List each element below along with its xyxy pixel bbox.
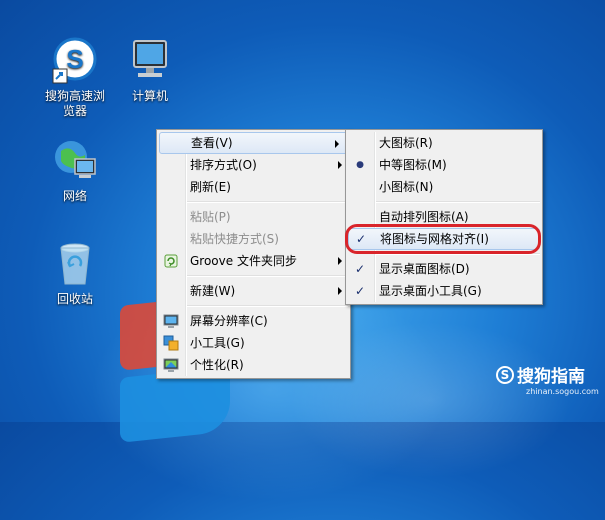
menu-item-show-gadgets[interactable]: ✓ 显示桌面小工具(G) [346,280,542,302]
menu-item-new[interactable]: 新建(W) [157,280,350,302]
desktop-icon-computer[interactable]: 计算机 [115,37,185,104]
menu-item-small-icons[interactable]: 小图标(N) [346,176,542,198]
sogou-guide-watermark: S 搜狗指南 zhinan.sogou.com [496,362,599,396]
menu-separator [187,305,348,307]
menu-item-personalize[interactable]: 个性化(R) [157,354,350,376]
desktop-icon-label: 回收站 [56,292,93,306]
menu-item-paste[interactable]: 粘贴(P) [157,206,350,228]
menu-item-large-icons[interactable]: 大图标(R) [346,132,542,154]
sogou-logo-icon: S [496,365,514,384]
desktop-icon-sogou-browser[interactable]: S 搜狗高速浏 览器 [40,37,110,119]
watermark-site: zhinan.sogou.com [526,387,599,396]
personalize-icon [163,357,179,373]
menu-item-label: 排序方式(O) [190,158,257,172]
menu-separator [187,201,348,203]
menu-separator [376,201,540,203]
desktop-icon-label: 览器 [62,104,87,118]
submenu-arrow-icon [335,140,339,148]
menu-item-label: 个性化(R) [190,358,244,372]
menu-item-label: 大图标(R) [379,136,433,150]
desktop-icon-label: 搜狗高速浏 [44,89,105,103]
sogou-browser-icon: S [51,37,99,85]
desktop-context-menu: 查看(V) 排序方式(O) 刷新(E) 粘贴(P) 粘贴快捷方式(S) Groo… [156,129,351,379]
menu-item-label: 小工具(G) [190,336,245,350]
view-submenu: 大图标(R) ● 中等图标(M) 小图标(N) 自动排列图标(A) ✓ 将图标与… [345,129,543,305]
menu-item-label: 小图标(N) [379,180,434,194]
menu-item-label: Groove 文件夹同步 [190,254,297,268]
menu-item-groove-sync[interactable]: Groove 文件夹同步 [157,250,350,272]
menu-item-medium-icons[interactable]: ● 中等图标(M) [346,154,542,176]
checkmark-icon: ✓ [354,262,366,276]
gadgets-icon [163,335,179,351]
menu-item-label: 刷新(E) [190,180,231,194]
menu-item-label: 新建(W) [190,284,236,298]
menu-separator [187,275,348,277]
menu-item-label: 查看(V) [191,136,233,150]
menu-item-sort[interactable]: 排序方式(O) [157,154,350,176]
menu-item-label: 屏幕分辨率(C) [190,314,268,328]
groove-sync-icon [163,253,179,269]
watermark-brand: 搜狗指南 [517,367,585,387]
highlight-annotation [345,224,541,254]
menu-item-label: 粘贴快捷方式(S) [190,232,279,246]
submenu-arrow-icon [338,257,342,265]
menu-item-paste-shortcut[interactable]: 粘贴快捷方式(S) [157,228,350,250]
menu-item-label: 中等图标(M) [379,158,447,172]
menu-item-label: 粘贴(P) [190,210,231,224]
menu-item-label: 显示桌面图标(D) [379,262,470,276]
menu-item-refresh[interactable]: 刷新(E) [157,176,350,198]
submenu-arrow-icon [338,161,342,169]
desktop-icon-label: 网络 [62,189,87,203]
recycle-bin-icon [51,240,99,288]
checkmark-icon: ✓ [354,284,366,298]
computer-icon [126,37,174,85]
menu-item-gadgets[interactable]: 小工具(G) [157,332,350,354]
menu-item-label: 显示桌面小工具(G) [379,284,482,298]
menu-item-label: 自动排列图标(A) [379,210,469,224]
screen-resolution-icon [163,313,179,329]
radio-selected-icon: ● [356,160,364,170]
submenu-arrow-icon [338,287,342,295]
svg-text:S: S [66,44,83,74]
desktop-icon-label: 计算机 [131,89,168,103]
menu-item-view[interactable]: 查看(V) [159,132,348,154]
network-icon [51,137,99,185]
desktop-icon-recycle-bin[interactable]: 回收站 [40,240,110,307]
desktop-icon-network[interactable]: 网络 [40,137,110,204]
menu-item-screen-resolution[interactable]: 屏幕分辨率(C) [157,310,350,332]
menu-item-show-desktop-icons[interactable]: ✓ 显示桌面图标(D) [346,258,542,280]
